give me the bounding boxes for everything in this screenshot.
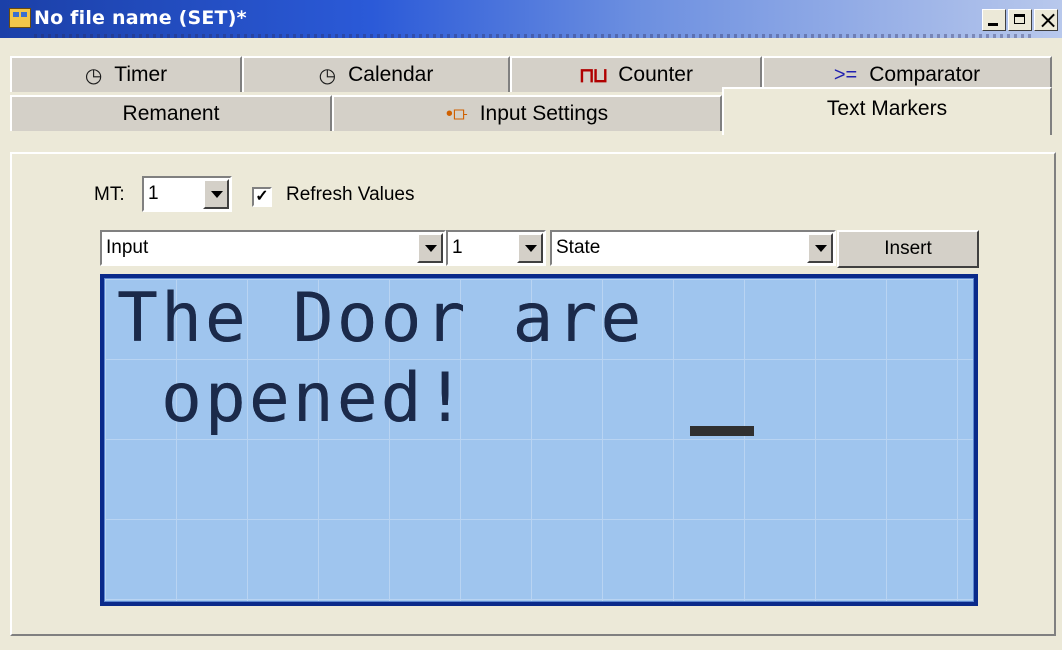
- refresh-values-checkbox[interactable]: ✓: [252, 187, 272, 207]
- insert-button[interactable]: Insert: [837, 230, 979, 268]
- text-markers-panel: MT: 1 ✓ Refresh Values Input 1 State Ins…: [10, 152, 1056, 636]
- close-button[interactable]: [1034, 6, 1058, 34]
- maximize-button[interactable]: [1008, 9, 1032, 31]
- title-bar[interactable]: No file name (SET)*: [0, 0, 1062, 38]
- tab-label: Comparator: [869, 63, 981, 86]
- lcd-line-3: [105, 439, 973, 519]
- calendar-icon: ◷: [318, 64, 337, 87]
- chevron-down-icon[interactable]: [203, 179, 229, 209]
- input-property-select[interactable]: State: [550, 230, 836, 266]
- tab-label: Remanent: [122, 102, 220, 125]
- tab-label: Timer: [114, 63, 168, 86]
- tab-label: Input Settings: [479, 102, 609, 125]
- chevron-down-icon[interactable]: [417, 233, 443, 263]
- tab-text-markers[interactable]: Text Markers: [722, 87, 1052, 135]
- comparator-icon: >=: [833, 63, 858, 86]
- input-settings-icon: •⟥: [445, 102, 468, 125]
- lcd-line-2: opened!: [117, 359, 469, 438]
- input-property-value: State: [556, 237, 601, 258]
- lcd-line-1: The Door are: [117, 279, 645, 358]
- tab-label: Calendar: [348, 63, 434, 86]
- lcd-screen[interactable]: The Door are opened!: [104, 278, 974, 602]
- tab-label: Counter: [618, 63, 693, 86]
- lcd-cursor: [690, 426, 754, 436]
- app-window: No file name (SET)* ◷ Timer ◷ Calendar ⊓…: [0, 0, 1062, 650]
- counter-icon: ⊓⊔: [579, 64, 608, 87]
- window-title: No file name (SET)*: [34, 7, 247, 29]
- mt-select[interactable]: 1: [142, 176, 232, 212]
- minimize-button[interactable]: [982, 9, 1006, 31]
- tab-calendar[interactable]: ◷ Calendar: [242, 56, 510, 92]
- app-icon: [9, 8, 31, 28]
- tab-timer[interactable]: ◷ Timer: [10, 56, 242, 92]
- window-controls: [982, 6, 1058, 34]
- mt-value: 1: [148, 183, 159, 204]
- chevron-down-icon[interactable]: [807, 233, 833, 263]
- input-number-select[interactable]: 1: [446, 230, 546, 266]
- tab-row-2: Remanent •⟥ Input Settings Text Markers: [10, 87, 1052, 135]
- timer-icon: ◷: [84, 64, 103, 87]
- lcd-display[interactable]: The Door are opened!: [100, 274, 978, 606]
- tab-remanent[interactable]: Remanent: [10, 95, 332, 131]
- input-number-value: 1: [452, 237, 463, 258]
- tab-input-settings[interactable]: •⟥ Input Settings: [332, 95, 722, 131]
- tab-label: Text Markers: [826, 97, 948, 120]
- title-bar-decoration: [34, 34, 1034, 38]
- chevron-down-icon[interactable]: [517, 233, 543, 263]
- lcd-line-4: [105, 519, 973, 599]
- input-type-value: Input: [106, 237, 149, 258]
- mt-label: MT:: [94, 184, 125, 205]
- refresh-values-label[interactable]: Refresh Values: [286, 184, 415, 206]
- input-type-select[interactable]: Input: [100, 230, 446, 266]
